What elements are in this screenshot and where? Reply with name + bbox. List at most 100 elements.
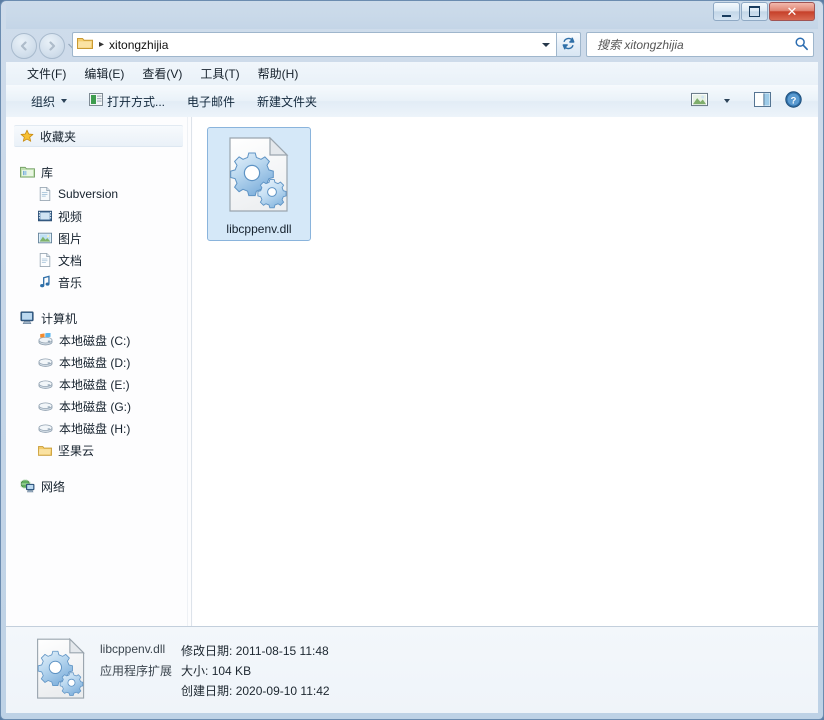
minimize-icon [714,3,739,20]
sidebar-label: 视频 [58,209,83,224]
sidebar-item-documents[interactable]: 文档 [6,249,191,271]
preview-pane-icon [754,92,771,110]
sidebar-label: 计算机 [41,311,78,326]
sidebar-label: 坚果云 [58,443,95,458]
dll-file-icon [228,136,290,216]
email-button[interactable]: 电子邮件 [176,88,246,115]
file-name-label: libcppenv.dll [226,222,292,236]
details-spacer [100,682,172,699]
details-file-type: 应用程序扩展 [100,663,173,678]
menu-help[interactable]: 帮助(H) [249,62,308,85]
menu-view[interactable]: 查看(V) [133,62,191,85]
sidebar-label: 本地磁盘 (H:) [59,421,131,436]
menu-file[interactable]: 文件(F) [18,62,75,85]
chevron-down-icon [61,99,68,103]
open-with-button[interactable]: 打开方式... [78,88,176,115]
details-modified: 修改日期: 2011-08-15 11:48 [181,642,330,659]
sidebar-label: 本地磁盘 (C:) [59,333,131,348]
maximize-icon [742,3,767,20]
video-icon [38,209,52,223]
navigation-pane[interactable]: 收藏夹 库 Subversion 视频 图片 文档 音乐 计算机 本地磁盘 (C… [6,117,192,626]
library-icon [20,165,35,179]
sidebar-label: 音乐 [58,275,83,290]
sidebar-label: 本地磁盘 (E:) [59,377,130,392]
sidebar-item-jianguoyun[interactable]: 坚果云 [6,439,191,461]
sidebar-item-videos[interactable]: 视频 [6,205,191,227]
details-modified-value: 2011-08-15 11:48 [235,643,329,658]
details-size: 大小: 104 KB [181,662,330,679]
details-created-key: 创建日期: [181,683,233,698]
sidebar-item-drive-h[interactable]: 本地磁盘 (H:) [6,417,191,439]
preview-pane-button[interactable] [748,88,777,114]
details-table: libcppenv.dll 修改日期: 2011-08-15 11:48 应用程… [100,642,330,699]
refresh-icon [561,36,576,54]
address-bar[interactable]: ▸ xitongzhijia [72,32,557,57]
maximize-button[interactable] [741,2,768,21]
view-dropdown-button[interactable] [716,95,736,107]
open-with-label: 打开方式... [107,94,166,109]
sidebar-item-drive-d[interactable]: 本地磁盘 (D:) [6,351,191,373]
drive-icon [38,421,53,435]
folder-icon [38,444,52,457]
sidebar-item-network[interactable]: 网络 [6,475,191,497]
music-note-icon [38,275,52,289]
window-controls: ✕ [713,2,815,21]
sidebar-label: 库 [41,165,54,180]
drive-icon [38,355,53,369]
search-box[interactable] [586,32,814,57]
sidebar-item-drive-c[interactable]: 本地磁盘 (C:) [6,329,191,351]
close-icon: ✕ [786,4,798,19]
help-button[interactable]: ? [779,87,808,115]
organize-label: 组织 [31,94,56,109]
computer-icon [20,311,35,325]
picture-icon [38,231,52,245]
sidebar-item-pictures[interactable]: 图片 [6,227,191,249]
refresh-button[interactable] [557,32,581,57]
menu-tools[interactable]: 工具(T) [191,62,248,85]
sidebar-item-favorites[interactable]: 收藏夹 [14,125,183,147]
network-icon [20,479,35,493]
explorer-body: 收藏夹 库 Subversion 视频 图片 文档 音乐 计算机 本地磁盘 (C… [6,117,818,627]
chevron-down-icon [724,99,730,103]
address-dropdown-icon[interactable] [542,42,550,47]
sidebar-item-drive-e[interactable]: 本地磁盘 (E:) [6,373,191,395]
search-icon[interactable] [794,36,809,54]
details-pane: libcppenv.dll 修改日期: 2011-08-15 11:48 应用程… [6,627,818,713]
change-view-button[interactable] [685,88,714,114]
file-item[interactable]: libcppenv.dll [207,127,311,241]
sidebar-item-computer[interactable]: 计算机 [6,307,191,329]
svg-text:?: ? [791,95,797,106]
explorer-window: ✕ ▸ xitongzhijia 搜索 xitongzhijia 文件(F) 编… [0,0,824,720]
new-folder-label: 新建文件夹 [257,94,318,109]
sidebar-label: 文档 [58,253,83,268]
forward-button[interactable] [39,33,65,59]
close-button[interactable]: ✕ [769,2,815,21]
menu-edit[interactable]: 编辑(E) [75,62,133,85]
menu-bar: 文件(F) 编辑(E) 查看(V) 工具(T) 帮助(H) [6,62,818,86]
back-button[interactable] [11,33,37,59]
sidebar-label: 图片 [58,231,83,246]
system-drive-icon [38,333,53,347]
sidebar-item-subversion[interactable]: Subversion [6,183,191,205]
document-icon [38,187,52,201]
search-input[interactable] [595,36,794,53]
breadcrumb-path[interactable]: xitongzhijia [109,38,168,52]
folder-icon [77,36,93,53]
organize-button[interactable]: 组织 [20,88,78,115]
sidebar-item-drive-g[interactable]: 本地磁盘 (G:) [6,395,191,417]
sidebar-item-music[interactable]: 音乐 [6,271,191,293]
breadcrumb-separator-icon: ▸ [99,39,105,50]
details-file-name: libcppenv.dll [100,641,166,656]
file-list-pane[interactable]: libcppenv.dll [193,117,818,626]
minimize-button[interactable] [713,2,740,21]
sidebar-item-libraries[interactable]: 库 [6,161,191,183]
details-created-value: 2020-09-10 11:42 [235,683,330,698]
new-folder-button[interactable]: 新建文件夹 [246,88,328,115]
navigation-buttons [11,33,77,59]
details-size-key: 大小: [181,663,209,678]
forward-arrow-icon [40,34,64,58]
view-mode-icon [691,92,708,110]
